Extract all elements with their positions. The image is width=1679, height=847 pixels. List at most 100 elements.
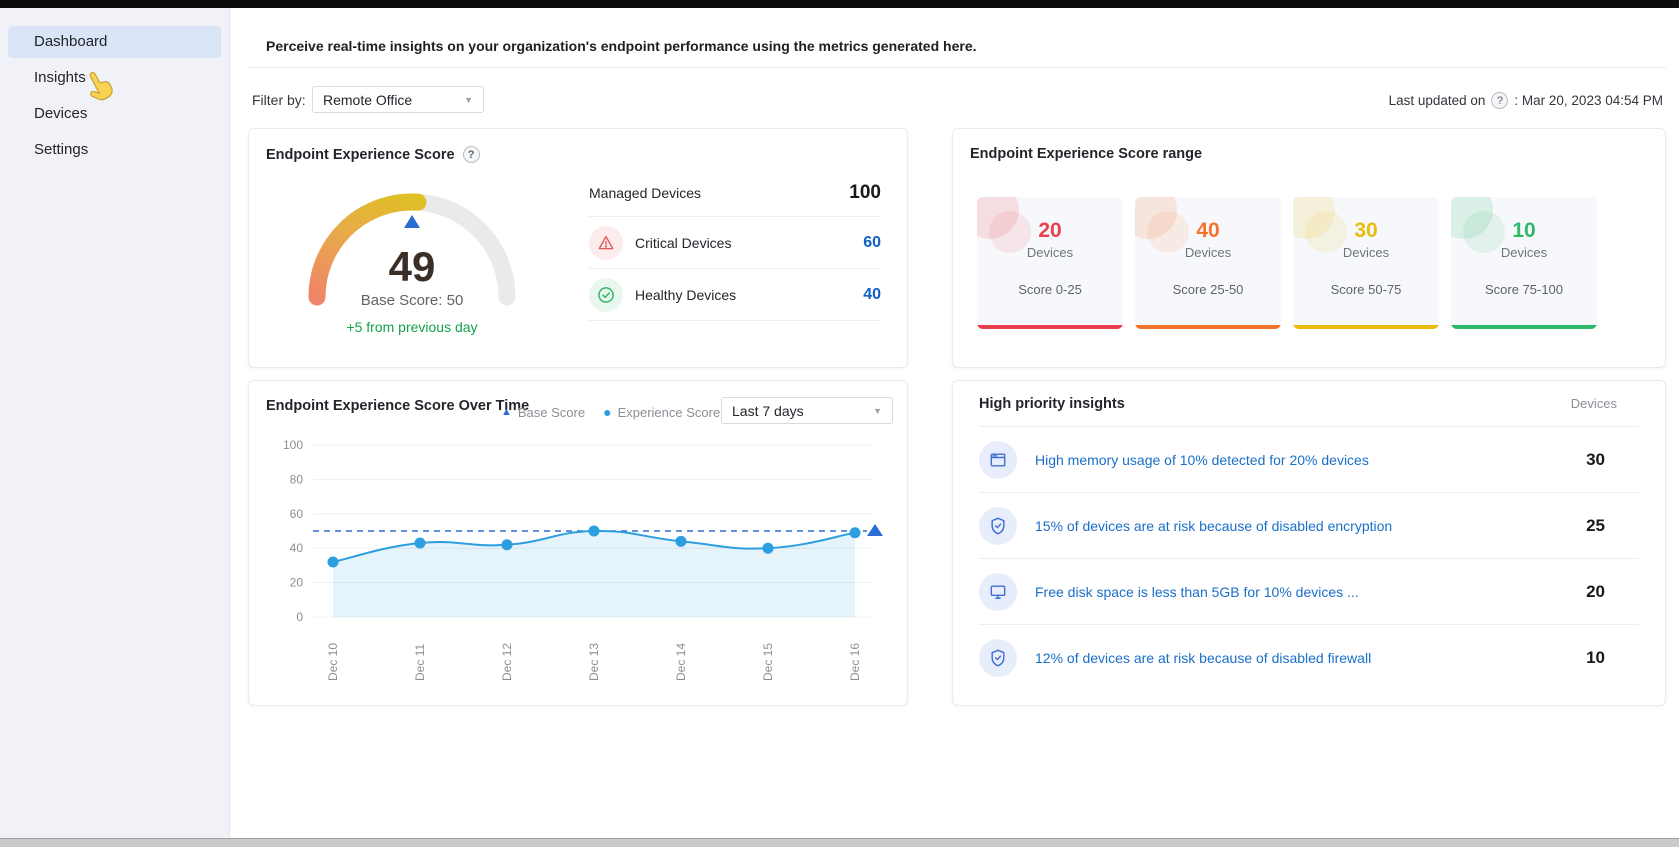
legend-label: Base Score	[517, 404, 586, 420]
card-title-text: Endpoint Experience Score range	[970, 146, 1203, 162]
memory-window-icon	[979, 440, 1017, 479]
triangle-marker-icon: ▲	[501, 406, 512, 418]
svg-text:60: 60	[290, 507, 304, 521]
filter-dropdown[interactable]: Remote Office ▼	[312, 86, 484, 113]
svg-text:Dec 16: Dec 16	[848, 643, 862, 681]
svg-text:20: 20	[290, 576, 304, 590]
bucket-color-bar	[1293, 325, 1439, 329]
svg-text:Dec 13: Dec 13	[587, 643, 601, 681]
managed-devices-row: Managed Devices 100	[589, 169, 881, 217]
sidebar-item-devices[interactable]: Devices	[8, 98, 221, 130]
svg-text:Dec 12: Dec 12	[500, 643, 514, 681]
warning-icon	[589, 225, 623, 260]
sidebar-item-dashboard[interactable]: Dashboard	[8, 26, 221, 58]
sidebar-item-label: Devices	[34, 105, 88, 122]
base-score-marker-icon	[404, 215, 420, 228]
insight-devices-value: 10	[1586, 648, 1605, 667]
managed-devices-value: 100	[849, 181, 881, 203]
svg-text:40: 40	[290, 541, 304, 555]
bucket-color-bar	[1135, 325, 1281, 329]
insight-devices-value: 20	[1586, 581, 1605, 601]
divider	[248, 67, 1666, 68]
bucket-range-label: Score 25-50	[1172, 282, 1244, 297]
sidebar-item-label: Dashboard	[34, 33, 108, 50]
main-content: Perceive real-time insights on your orga…	[231, 8, 1679, 838]
bucket-color-bar	[1451, 325, 1597, 329]
endpoint-experience-score-card: Endpoint Experience Score ? 49 Base Scor…	[248, 128, 908, 368]
healthy-devices-label: Healthy Devices	[635, 286, 737, 303]
chevron-down-icon: ▼	[873, 405, 882, 416]
healthy-devices-row: Healthy Devices 40	[589, 269, 881, 321]
card-title-text: Endpoint Experience Score Over Time	[266, 398, 530, 414]
bucket-devices-label: Devices	[1026, 245, 1074, 260]
bucket-devices-label: Devices	[1342, 245, 1390, 260]
last-updated: Last updated on ? : Mar 20, 2023 04:54 P…	[1389, 92, 1663, 109]
bottom-gray-bar	[0, 838, 1679, 847]
help-icon[interactable]: ?	[462, 146, 480, 163]
bucket-range-label: Score 50-75	[1330, 282, 1402, 297]
score-delta: +5 from previous day	[346, 319, 478, 335]
bucket-color-bar	[977, 325, 1123, 329]
svg-text:80: 80	[290, 472, 304, 486]
bucket-range-label: Score 0-25	[1018, 282, 1082, 297]
score-value: 49	[388, 243, 436, 290]
bucket-count: 20	[1038, 219, 1062, 242]
insight-link[interactable]: Free disk space is less than 5GB for 10%…	[1035, 584, 1586, 600]
managed-devices-stats: Managed Devices 100 Critical Devices 60	[589, 169, 881, 321]
insight-devices-value: 25	[1586, 515, 1605, 535]
sidebar-item-label: Settings	[34, 141, 89, 158]
legend-experience-score[interactable]: ● Experience Score	[603, 404, 720, 420]
insight-row: 15% of devices are at risk because of di…	[979, 493, 1639, 559]
managed-devices-label: Managed Devices	[589, 184, 702, 201]
high-priority-insights-card: High priority insights Devices High memo…	[952, 380, 1666, 706]
insight-devices-value: 30	[1586, 449, 1605, 469]
insight-link[interactable]: 15% of devices are at risk because of di…	[1035, 518, 1586, 534]
score-bucket-0-25: 20 Devices Score 0-25	[977, 197, 1123, 329]
svg-text:0: 0	[296, 610, 303, 624]
card-title: Endpoint Experience Score ?	[266, 146, 480, 163]
critical-devices-row: Critical Devices 60	[589, 217, 881, 269]
chevron-down-icon: ▼	[464, 94, 473, 105]
svg-text:Dec 11: Dec 11	[413, 644, 427, 681]
healthy-check-icon	[589, 277, 623, 312]
circle-marker-icon: ●	[603, 404, 612, 420]
page-description: Perceive real-time insights on your orga…	[266, 38, 977, 54]
filter-by-label: Filter by:	[252, 92, 306, 108]
healthy-devices-value: 40	[863, 285, 881, 303]
legend-base-score[interactable]: ▲ Base Score	[501, 405, 585, 420]
last-updated-label: Last updated on	[1388, 93, 1486, 108]
base-score-label: Base Score: 50	[360, 292, 464, 309]
bucket-devices-label: Devices	[1184, 245, 1232, 260]
insights-header: High priority insights Devices	[979, 381, 1639, 427]
top-black-bar	[0, 0, 1679, 8]
period-dropdown-value: Last 7 days	[732, 402, 804, 419]
monitor-icon	[979, 572, 1017, 611]
insight-row: Free disk space is less than 5GB for 10%…	[979, 559, 1639, 625]
score-bucket-50-75: 30 Devices Score 50-75	[1293, 197, 1439, 329]
card-title-text: Endpoint Experience Score	[266, 146, 455, 163]
score-range-card: Endpoint Experience Score range 20 Devic…	[952, 128, 1666, 368]
shield-check-icon	[979, 506, 1017, 545]
svg-text:Dec 14: Dec 14	[674, 643, 688, 681]
score-over-time-chart: 0 20 40 60 80 100 Dec 10 Dec 11 Dec 12 Dec 13 Dec …	[283, 438, 883, 681]
help-icon[interactable]: ?	[1491, 92, 1509, 109]
sidebar-item-settings[interactable]: Settings	[8, 134, 221, 166]
filter-dropdown-value: Remote Office	[323, 91, 413, 108]
bucket-count: 40	[1196, 219, 1220, 242]
bucket-count: 10	[1512, 219, 1536, 242]
period-dropdown[interactable]: Last 7 days ▼	[721, 397, 893, 424]
score-bucket-75-100: 10 Devices Score 75-100	[1451, 197, 1597, 329]
insight-link[interactable]: 12% of devices are at risk because of di…	[1035, 650, 1586, 666]
shield-check-icon	[979, 639, 1017, 677]
score-bucket-25-50: 40 Devices Score 25-50	[1135, 197, 1281, 329]
devices-column-header: Devices	[1570, 396, 1617, 411]
bucket-range-label: Score 75-100	[1484, 282, 1564, 297]
insight-link[interactable]: High memory usage of 10% detected for 20…	[1035, 452, 1586, 468]
score-over-time-card: Endpoint Experience Score Over Time ▲ Ba…	[248, 380, 908, 706]
svg-text:Dec 10: Dec 10	[326, 643, 340, 681]
sidebar: Dashboard Insights Devices Settings	[0, 8, 230, 838]
last-updated-value: : Mar 20, 2023 04:54 PM	[1514, 93, 1663, 108]
critical-devices-value: 60	[863, 233, 881, 251]
card-title: Endpoint Experience Score range	[970, 146, 1202, 162]
legend-label: Experience Score	[617, 404, 721, 420]
